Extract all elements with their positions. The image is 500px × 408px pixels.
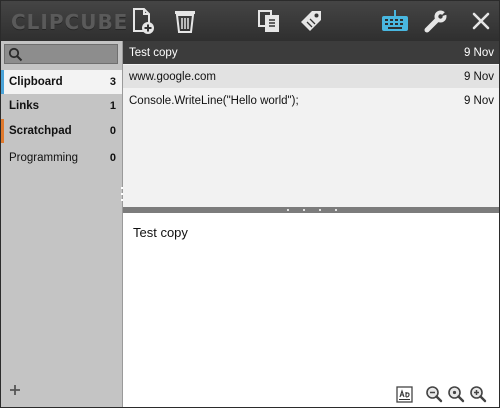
tag-button[interactable] (297, 7, 325, 35)
category-programming[interactable]: Programming 0 (1, 146, 122, 170)
search-box (4, 44, 118, 64)
clip-preview[interactable]: Test copy (123, 213, 499, 407)
copy-icon (258, 10, 279, 32)
copy-button[interactable] (255, 7, 283, 35)
close-button[interactable] (467, 7, 495, 35)
category-scratchpad[interactable]: Scratchpad 0 (1, 119, 122, 143)
text-format-button[interactable] (395, 385, 413, 403)
category-label: Scratchpad (9, 125, 72, 137)
zoom-reset-button[interactable] (447, 385, 465, 403)
keyboard-icon (382, 10, 408, 31)
app-logo: CLIPCUBE (11, 10, 129, 34)
category-count: 3 (109, 76, 116, 88)
add-category-button[interactable] (9, 383, 21, 401)
clip-date: 9 Nov (463, 70, 494, 83)
category-color-stripe (1, 119, 4, 143)
plus-icon (10, 385, 20, 395)
splitter-grip-dot (319, 209, 321, 211)
new-clip-button[interactable] (129, 7, 157, 35)
title-bar: CLIPCUBE (1, 1, 499, 41)
clip-row[interactable]: www.google.com 9 Nov (123, 65, 499, 88)
clipcube-window: CLIPCUBE Clipboard 3 Links 1 Scratchpad … (0, 0, 500, 408)
delete-button[interactable] (171, 7, 199, 35)
splitter-grip-dot (335, 209, 337, 211)
category-count: 1 (109, 100, 116, 112)
clip-date: 9 Nov (463, 46, 494, 59)
text-format-icon (395, 385, 413, 403)
zoom-in-icon (470, 386, 487, 403)
category-count: 0 (109, 152, 116, 164)
clip-date: 9 Nov (463, 94, 494, 107)
zoom-in-button[interactable] (469, 385, 487, 403)
clip-row[interactable]: Test copy 9 Nov (123, 41, 499, 64)
zoom-out-icon (426, 386, 443, 403)
splitter-grip-dot (303, 209, 305, 211)
category-sidebar: Clipboard 3 Links 1 Scratchpad 0 Program… (1, 41, 123, 407)
clip-row[interactable]: Console.WriteLine("Hello world"); 9 Nov (123, 89, 499, 112)
search-input[interactable] (25, 46, 113, 62)
zoom-out-button[interactable] (425, 385, 443, 403)
category-label: Clipboard (9, 76, 63, 88)
wrench-icon (424, 10, 449, 33)
clip-list: Test copy 9 Nov www.google.com 9 Nov Con… (123, 41, 499, 207)
search-icon (8, 47, 23, 62)
category-links[interactable]: Links 1 (1, 94, 122, 118)
new-clip-icon (133, 8, 154, 34)
trash-icon (175, 11, 195, 33)
close-icon (472, 12, 490, 30)
clip-text: www.google.com (129, 70, 216, 83)
splitter-grip-dot (287, 209, 289, 211)
category-color-stripe (1, 70, 4, 94)
clip-text: Test copy (129, 46, 178, 59)
category-label: Links (9, 100, 40, 112)
preview-text: Test copy (133, 225, 188, 240)
tag-icon (301, 11, 321, 31)
settings-button[interactable] (422, 7, 450, 35)
category-clipboard[interactable]: Clipboard 3 (1, 70, 122, 94)
zoom-reset-icon (448, 386, 465, 403)
keyboard-button[interactable] (381, 7, 409, 35)
clip-text: Console.WriteLine("Hello world"); (129, 94, 299, 107)
category-count: 0 (109, 125, 116, 137)
category-label: Programming (9, 152, 79, 164)
